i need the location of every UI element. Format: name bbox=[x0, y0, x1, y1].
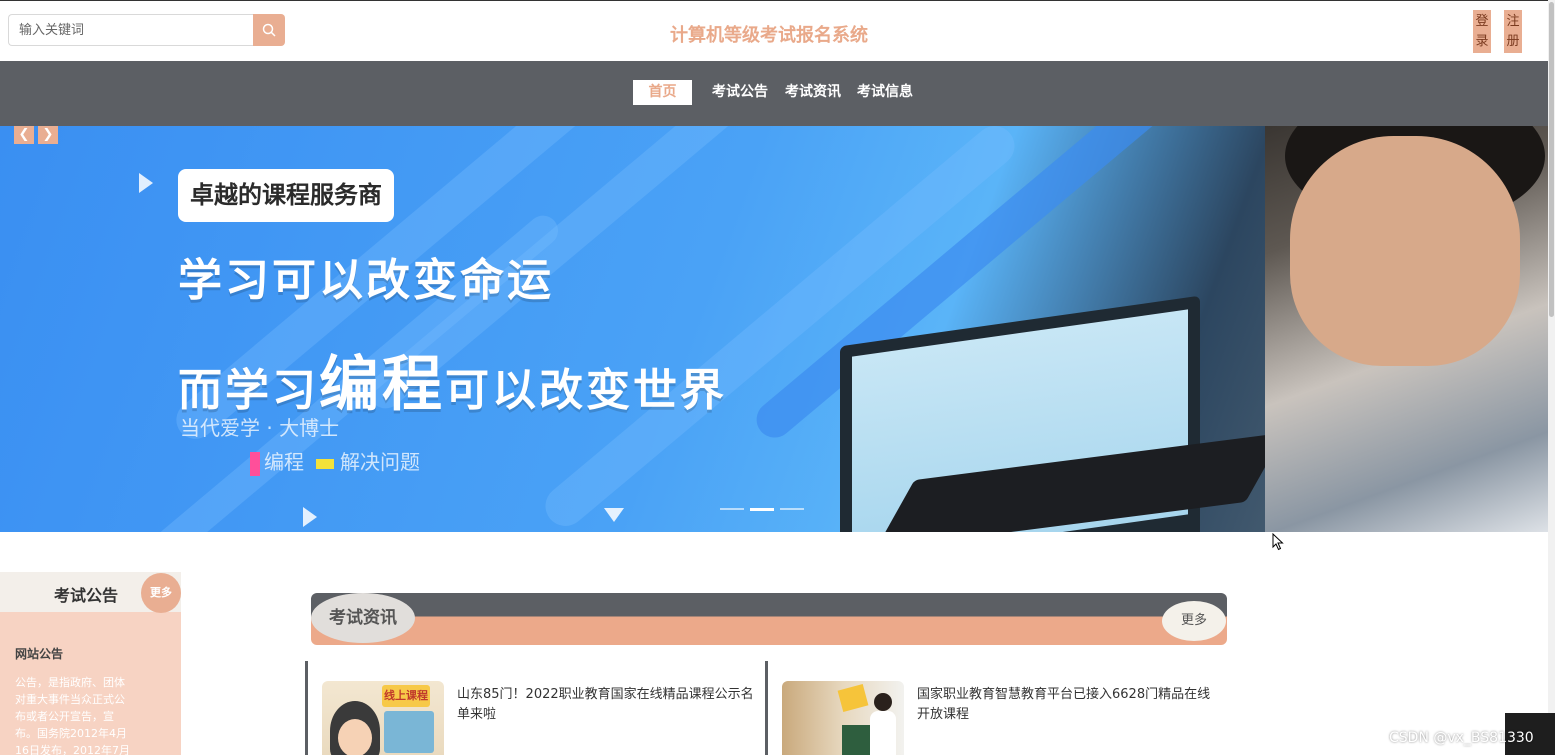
banner-person-head bbox=[1290, 136, 1520, 366]
notice-header: 考试公告 更多 bbox=[0, 572, 181, 613]
banner-triangle bbox=[139, 173, 153, 193]
banner-prev-button[interactable]: ❮ bbox=[14, 126, 34, 144]
teacher-body-icon bbox=[870, 711, 896, 755]
banner-badge: 卓越的课程服务商 bbox=[178, 169, 394, 222]
banner-triangle bbox=[604, 508, 624, 522]
pink-bar-icon bbox=[250, 451, 260, 476]
banner-dot-3[interactable] bbox=[780, 508, 804, 510]
news-more-button[interactable]: 更多 bbox=[1162, 601, 1226, 641]
banner-dot-1[interactable] bbox=[720, 508, 744, 510]
register-button[interactable]: 注册 bbox=[1504, 10, 1522, 53]
banner-tag-1: 编程 bbox=[264, 450, 304, 474]
news-card[interactable]: 国家职业教育智慧教育平台已接入6628门精品在线开放课程 bbox=[765, 661, 1221, 755]
banner-headline-2-pre: 而学习 bbox=[178, 365, 319, 416]
news-item-text: 山东85门！2022职业教育国家在线精品课程公示名单来啦 bbox=[457, 687, 754, 722]
nav-item-exam-info[interactable]: 考试信息 bbox=[857, 80, 913, 105]
page: 计算机等级考试报名系统 登录 注册 首页 考试公告 考试资讯 考试信息 卓越的课… bbox=[0, 0, 1555, 755]
top-header: 计算机等级考试报名系统 登录 注册 bbox=[0, 0, 1550, 61]
notice-panel: 考试公告 更多 网站公告 公告，是指政府、团体对重大事件当众正式公布或者公开宣告… bbox=[0, 572, 181, 755]
notice-title: 考试公告 bbox=[54, 586, 119, 605]
notice-item-title[interactable]: 网站公告 bbox=[15, 645, 63, 662]
chevron-right-icon: ❯ bbox=[42, 127, 54, 142]
news-header: 考试资讯 更多 bbox=[311, 593, 1227, 645]
notice-item-text: 公告，是指政府、团体对重大事件当众正式公布或者公开宣告，宣布。国务院2012年4… bbox=[15, 676, 130, 755]
teacher-head-icon bbox=[874, 693, 892, 711]
banner-headline-2-big: 编程 bbox=[319, 350, 445, 420]
speech-bubble-icon bbox=[837, 684, 869, 712]
banner-next-button[interactable]: ❯ bbox=[38, 126, 58, 144]
news-card[interactable]: 线上课程 山东85门！2022职业教育国家在线精品课程公示名单来啦 bbox=[305, 661, 761, 755]
main-nav: 首页 考试公告 考试资讯 考试信息 bbox=[0, 61, 1550, 126]
banner-headline-2: 而学习编程可以改变世界 bbox=[178, 336, 727, 423]
news-thumbnail: 线上课程 bbox=[322, 681, 444, 755]
cartoon-face-icon bbox=[338, 719, 372, 755]
banner-subtitle: 当代爱学 · 大博士 bbox=[180, 416, 340, 440]
nav-item-home[interactable]: 首页 bbox=[633, 80, 692, 105]
site-title: 计算机等级考试报名系统 bbox=[670, 25, 868, 46]
chevron-left-icon: ❮ bbox=[18, 127, 30, 142]
banner-carousel[interactable]: 卓越的课程服务商 学习可以改变命运 而学习编程可以改变世界 当代爱学 · 大博士… bbox=[0, 126, 1548, 532]
nav-item-exam-news[interactable]: 考试资讯 bbox=[785, 80, 841, 105]
page-scrollbar-thumb[interactable] bbox=[1549, 2, 1554, 317]
news-thumbnail bbox=[782, 681, 904, 755]
banner-headline-1: 学习可以改变命运 bbox=[178, 255, 554, 306]
notice-more-button[interactable]: 更多 bbox=[141, 573, 181, 613]
mouse-cursor-icon bbox=[1272, 533, 1284, 551]
news-thumb-label: 线上课程 bbox=[382, 685, 430, 707]
banner-dot-2[interactable] bbox=[750, 508, 774, 511]
banner-tag-2: 解决问题 bbox=[340, 450, 420, 474]
book-icon bbox=[384, 711, 434, 753]
news-item-text: 国家职业教育智慧教育平台已接入6628门精品在线开放课程 bbox=[917, 687, 1211, 722]
login-button[interactable]: 登录 bbox=[1473, 10, 1491, 53]
banner-tags: 编程 解决问题 bbox=[180, 446, 420, 476]
watermark: CSDN @vx_BS81330 bbox=[1389, 730, 1534, 746]
banner-headline-2-post: 可以改变世界 bbox=[445, 365, 727, 416]
equals-icon bbox=[316, 458, 334, 469]
nav-item-exam-notice[interactable]: 考试公告 bbox=[712, 80, 768, 105]
banner-triangle bbox=[303, 507, 317, 527]
news-title: 考试资讯 bbox=[311, 593, 415, 643]
